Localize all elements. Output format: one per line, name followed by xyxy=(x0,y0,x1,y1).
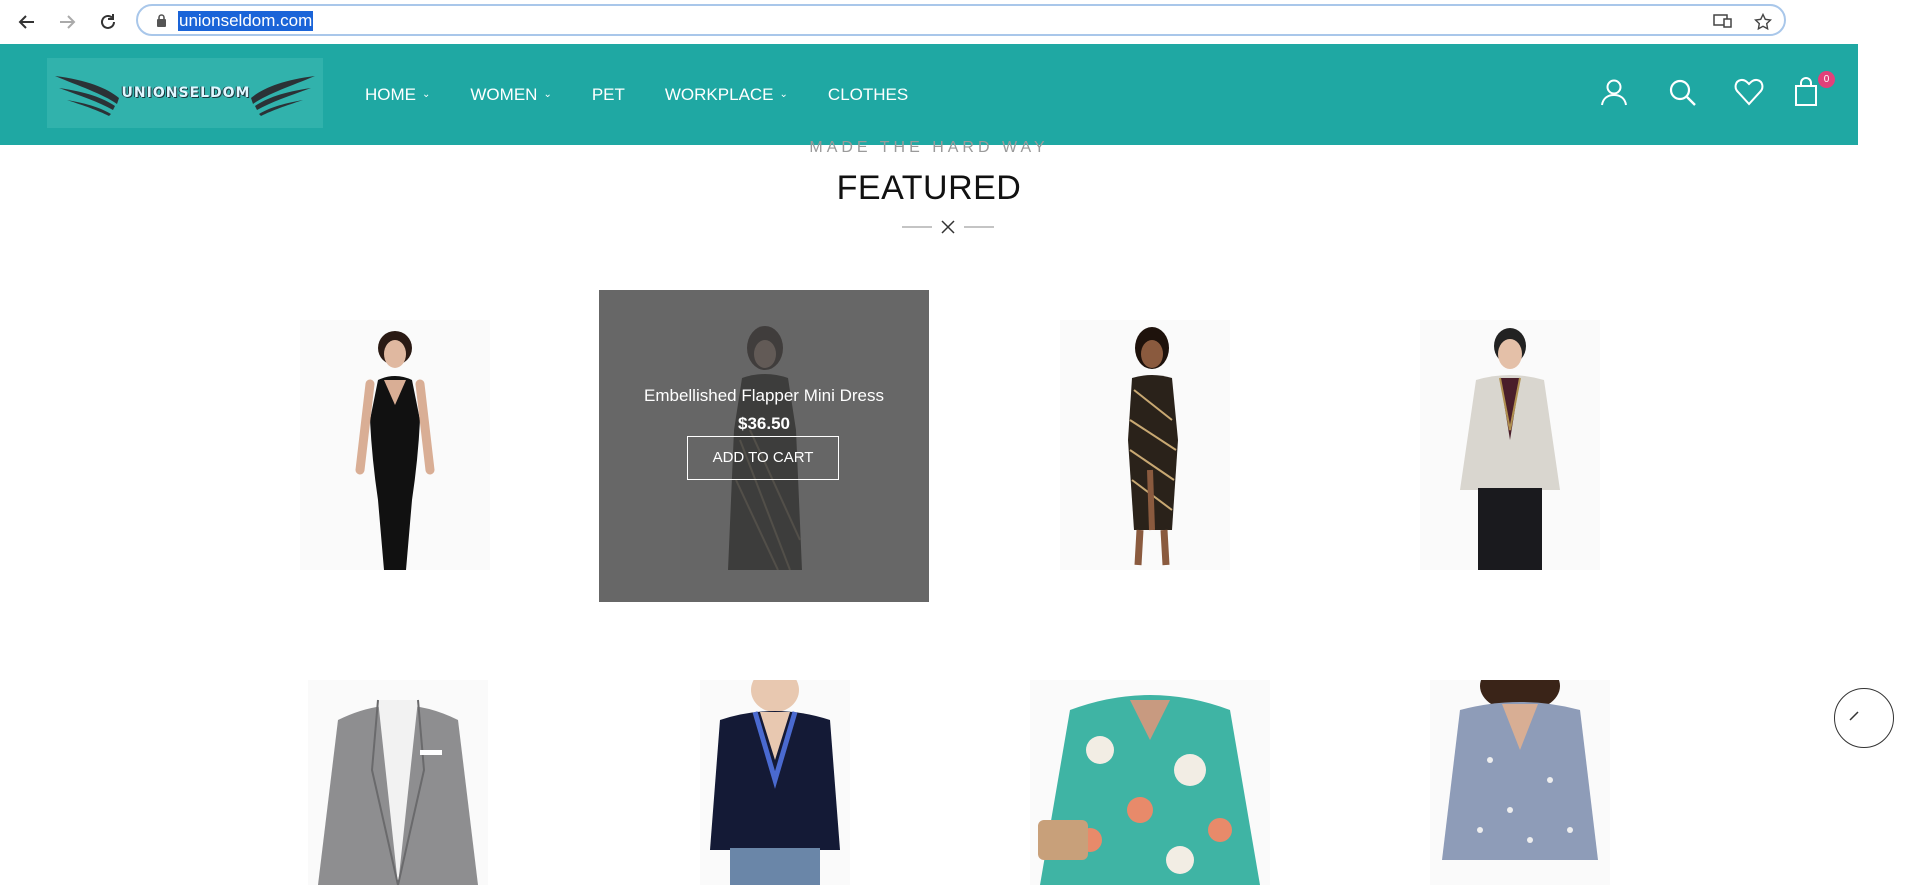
page-margin xyxy=(1858,44,1920,885)
add-to-cart-button[interactable]: ADD TO CART xyxy=(687,436,839,480)
site-header: UNIONSELDOM HOME ⌄ WOMEN ⌄ PET WORKPLACE… xyxy=(0,44,1858,145)
product-image-sequin-dress[interactable] xyxy=(1060,320,1230,570)
product-hover-overlay[interactable]: Embellished Flapper Mini Dress $36.50 AD… xyxy=(599,290,929,602)
menu-label: HOME xyxy=(365,84,416,104)
menu-item-women[interactable]: WOMEN ⌄ xyxy=(470,85,551,105)
menu-item-home[interactable]: HOME ⌄ xyxy=(365,85,430,105)
install-app-icon[interactable] xyxy=(1713,13,1733,34)
heart-icon[interactable] xyxy=(1732,74,1766,110)
main-menu: HOME ⌄ WOMEN ⌄ PET WORKPLACE ⌄ CLOTHES xyxy=(365,44,948,145)
product-name[interactable]: Embellished Flapper Mini Dress xyxy=(599,386,929,406)
bookmark-star-icon[interactable] xyxy=(1753,12,1773,36)
section-title: FEATURED xyxy=(836,169,1022,207)
product-image-grey-blazer[interactable] xyxy=(308,680,488,885)
menu-item-clothes[interactable]: CLOTHES xyxy=(828,85,908,105)
product-image-black-dress[interactable] xyxy=(300,320,490,570)
menu-label: PET xyxy=(591,84,625,104)
browser-toolbar: unionseldom.com xyxy=(0,0,1920,44)
search-icon[interactable] xyxy=(1665,74,1699,110)
product-price: $36.50 xyxy=(738,414,790,433)
product-image-teal-floral-blouse[interactable] xyxy=(1030,680,1270,885)
product-image-blue-floral-blouse[interactable] xyxy=(1430,680,1610,885)
menu-label: WORKPLACE xyxy=(664,84,774,104)
back-icon[interactable] xyxy=(14,9,40,35)
cart-count-badge: 0 xyxy=(1818,71,1835,88)
product-image-cream-blazer[interactable] xyxy=(1420,320,1600,570)
product-image-navy-tunic[interactable] xyxy=(700,680,850,885)
lock-icon xyxy=(156,14,167,32)
menu-item-pet[interactable]: PET xyxy=(592,85,625,105)
chevron-up-icon xyxy=(1849,711,1859,721)
section-kicker: MADE THE HARD WAY xyxy=(809,139,1049,155)
site-logo[interactable]: UNIONSELDOM xyxy=(47,58,323,128)
menu-item-workplace[interactable]: WORKPLACE ⌄ xyxy=(665,85,788,105)
title-divider-icon xyxy=(902,220,994,234)
chevron-down-icon: ⌄ xyxy=(422,89,431,100)
menu-label: CLOTHES xyxy=(827,84,909,104)
forward-icon[interactable] xyxy=(54,9,80,35)
menu-label: WOMEN xyxy=(470,84,538,104)
chevron-down-icon: ⌄ xyxy=(543,89,552,100)
address-bar[interactable]: unionseldom.com xyxy=(136,4,1786,36)
reload-icon[interactable] xyxy=(95,9,121,35)
chevron-down-icon: ⌄ xyxy=(779,89,788,100)
logo-text: UNIONSELDOM xyxy=(121,85,251,101)
url-text[interactable]: unionseldom.com xyxy=(178,11,314,31)
scroll-to-top-button[interactable] xyxy=(1834,688,1894,748)
user-icon[interactable] xyxy=(1597,74,1631,110)
